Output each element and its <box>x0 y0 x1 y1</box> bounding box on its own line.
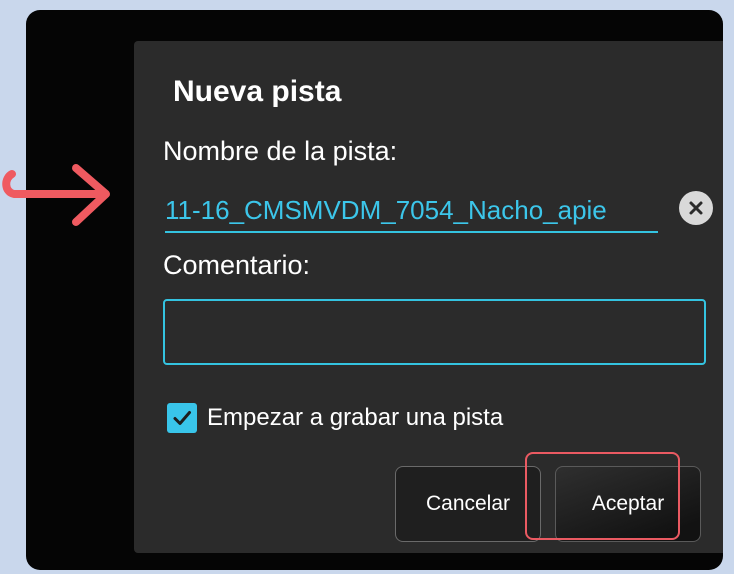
track-name-value: 11-16_CMSMVDM_7054_Nacho_apie <box>165 195 607 225</box>
dialog-title: Nueva pista <box>173 75 342 108</box>
close-circle-icon <box>689 201 703 215</box>
clear-name-button[interactable] <box>679 191 713 225</box>
arrow-right-icon <box>2 164 110 226</box>
device-screen: Nueva pista Nombre de la pista: 11-16_CM… <box>26 10 723 570</box>
track-name-input[interactable]: 11-16_CMSMVDM_7054_Nacho_apie <box>165 191 658 233</box>
start-recording-checkbox[interactable] <box>167 403 197 433</box>
new-track-dialog: Nueva pista Nombre de la pista: 11-16_CM… <box>134 41 723 553</box>
track-name-label: Nombre de la pista: <box>163 136 398 166</box>
comment-input[interactable] <box>163 299 706 365</box>
start-recording-label: Empezar a grabar una pista <box>207 404 504 431</box>
comment-label: Comentario: <box>163 250 311 280</box>
check-icon <box>173 411 191 425</box>
cancel-button[interactable]: Cancelar <box>395 466 541 542</box>
accept-button[interactable]: Aceptar <box>555 466 701 542</box>
cancel-button-label: Cancelar <box>425 492 511 515</box>
start-recording-option[interactable]: Empezar a grabar una pista <box>167 402 503 434</box>
accept-button-label: Aceptar <box>591 492 665 515</box>
